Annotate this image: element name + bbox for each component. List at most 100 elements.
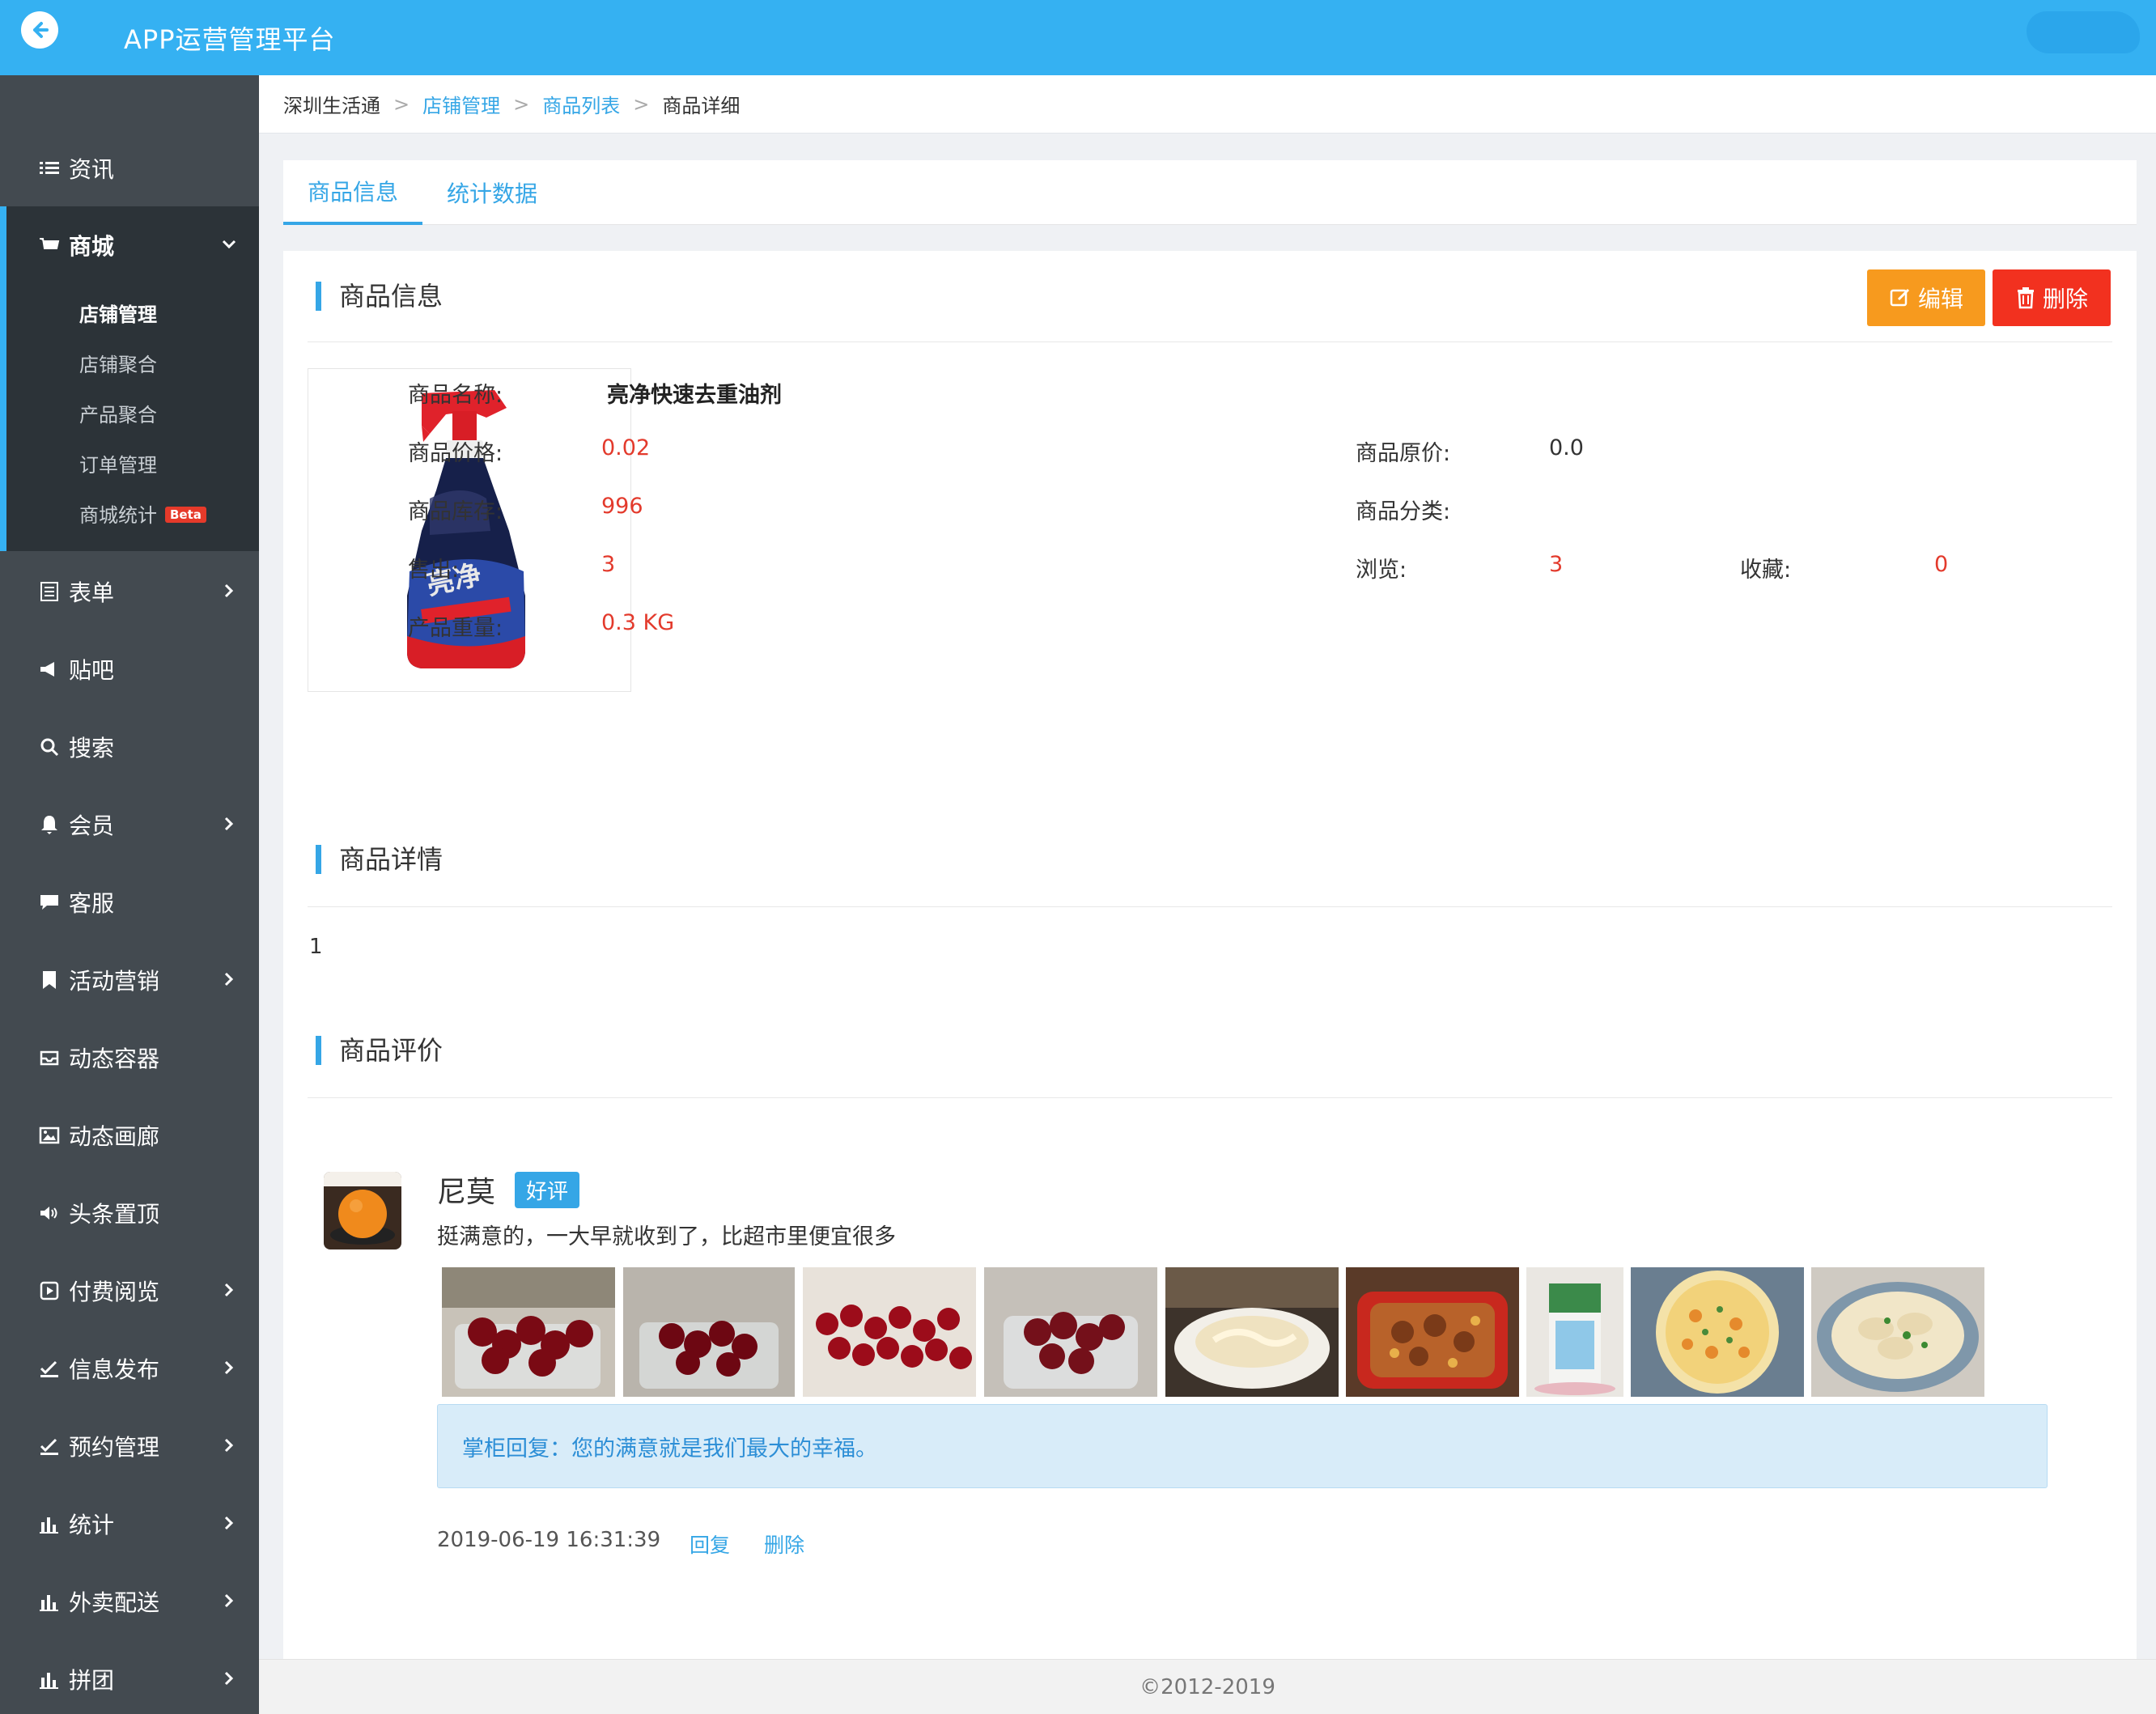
edit-button-label: 编辑 bbox=[1917, 286, 1963, 312]
sidebar-item-mall[interactable]: 商城 bbox=[0, 206, 259, 284]
check-edit-icon bbox=[40, 1360, 58, 1377]
spray-bottle-image: 亮净 bbox=[407, 390, 525, 668]
product-name-value: 亮净快速去重油剂 bbox=[607, 383, 782, 408]
breadcrumb-product-list[interactable]: 商品列表 bbox=[542, 90, 620, 118]
review-photo[interactable] bbox=[984, 1267, 1157, 1397]
sidebar-item-statistics[interactable]: 统计 bbox=[0, 1485, 259, 1563]
breadcrumb-home[interactable]: 深圳生活通 bbox=[283, 90, 380, 118]
review-photo[interactable] bbox=[1811, 1267, 1984, 1397]
chevron-right-icon bbox=[224, 1438, 234, 1453]
sidebar-item-search[interactable]: 搜索 bbox=[0, 708, 259, 786]
reviewer-name: 尼莫 bbox=[437, 1176, 496, 1209]
breadcrumb-separator: > bbox=[513, 92, 530, 116]
sidebar-item-forms[interactable]: 表单 bbox=[0, 553, 259, 630]
cart-icon bbox=[40, 238, 60, 249]
edit-button[interactable]: 编辑 bbox=[1867, 269, 1985, 326]
chevron-right-icon bbox=[224, 1283, 234, 1297]
submenu-item-product-aggregation[interactable]: 产品聚合 bbox=[79, 399, 157, 427]
sidebar-item-delivery[interactable]: 外卖配送 bbox=[0, 1563, 259, 1640]
cherries-photo bbox=[442, 1267, 615, 1397]
review-photo[interactable] bbox=[623, 1267, 795, 1397]
sidebar-item-label: 信息发布 bbox=[69, 1356, 160, 1383]
chevron-right-icon bbox=[224, 817, 234, 831]
tab-statistics[interactable]: 统计数据 bbox=[422, 160, 562, 225]
review-photo[interactable] bbox=[1165, 1267, 1339, 1397]
bell-icon bbox=[41, 816, 57, 834]
product-price-value: 0.02 bbox=[601, 435, 651, 460]
play-square-icon bbox=[40, 1281, 59, 1300]
submenu-item-store-management[interactable]: 店铺管理 bbox=[79, 299, 157, 327]
original-price-value: 0.0 bbox=[1549, 435, 1584, 460]
delete-review-link[interactable]: 删除 bbox=[764, 1529, 804, 1559]
sold-value: 3 bbox=[601, 552, 616, 577]
favorites-value: 0 bbox=[1934, 552, 1949, 577]
dumplings-photo bbox=[1811, 1267, 1984, 1397]
chevron-right-icon bbox=[224, 1360, 234, 1375]
sidebar-item-booking[interactable]: 预约管理 bbox=[0, 1407, 259, 1485]
review-photo[interactable] bbox=[1631, 1267, 1804, 1397]
favorites-label: 收藏: bbox=[1740, 558, 1792, 583]
section-title-reviews: 商品评价 bbox=[316, 1036, 443, 1065]
weight-value: 0.3 KG bbox=[601, 610, 675, 635]
back-arrow-icon bbox=[33, 22, 49, 38]
submenu-item-mall-stats[interactable]: 商城统计 Beta bbox=[79, 499, 206, 528]
sidebar-item-label: 表单 bbox=[69, 579, 115, 606]
trash-icon bbox=[2017, 287, 2034, 309]
sidebar-item-paid-reading[interactable]: 付费阅览 bbox=[0, 1252, 259, 1330]
sidebar-item-headline-top[interactable]: 头条置顶 bbox=[0, 1174, 259, 1252]
section-title-product-details: 商品详情 bbox=[316, 845, 443, 874]
sidebar-item-group-buy[interactable]: 拼团 bbox=[0, 1640, 259, 1714]
sidebar-item-label: 拼团 bbox=[69, 1667, 115, 1694]
chevron-right-icon bbox=[224, 583, 234, 598]
review-photo[interactable] bbox=[442, 1267, 615, 1397]
sidebar-item-label: 头条置顶 bbox=[69, 1201, 160, 1228]
cherries-photo bbox=[984, 1267, 1157, 1397]
sold-label: 售出: bbox=[408, 558, 460, 583]
sidebar-item-label: 商城 bbox=[69, 233, 115, 260]
reviewer-avatar bbox=[324, 1172, 401, 1249]
views-value: 3 bbox=[1549, 552, 1564, 577]
review-text: 挺满意的，一大早就收到了，比超市里便宜很多 bbox=[437, 1224, 896, 1249]
chevron-right-icon bbox=[224, 972, 234, 986]
check-edit-icon bbox=[40, 1438, 58, 1455]
sidebar-item-dynamic-container[interactable]: 动态容器 bbox=[0, 1019, 259, 1097]
review-photo[interactable] bbox=[803, 1267, 976, 1397]
copyright-text: ©2012-2019 bbox=[1140, 1674, 1275, 1699]
sidebar-item-label: 客服 bbox=[69, 890, 115, 917]
product-detail-panel: 商品信息 编辑 删除 亮净 商品名称: 亮净快速去重油剂 商品价格: 0.02 … bbox=[283, 251, 2137, 1659]
breadcrumb-separator: > bbox=[633, 92, 650, 116]
delete-button[interactable]: 删除 bbox=[1993, 269, 2111, 326]
divider bbox=[308, 1097, 2112, 1098]
chevron-down-icon bbox=[222, 240, 236, 249]
megaphone-icon bbox=[40, 662, 54, 677]
sidebar-item-marketing[interactable]: 活动营销 bbox=[0, 941, 259, 1019]
volume-icon bbox=[40, 1207, 57, 1220]
sidebar-item-customer-service[interactable]: 客服 bbox=[0, 863, 259, 941]
sidebar-item-dynamic-gallery[interactable]: 动态画廊 bbox=[0, 1097, 259, 1174]
submenu-item-order-management[interactable]: 订单管理 bbox=[79, 449, 157, 477]
sidebar-item-members[interactable]: 会员 bbox=[0, 786, 259, 863]
user-avatar-redacted[interactable] bbox=[2027, 11, 2140, 53]
breadcrumb: 深圳生活通 > 店铺管理 > 商品列表 > 商品详细 bbox=[259, 75, 2156, 134]
bar-chart-icon bbox=[40, 1517, 58, 1534]
product-detail-content: 1 bbox=[309, 935, 323, 959]
product-image: 亮净 bbox=[308, 368, 631, 692]
back-button[interactable] bbox=[21, 11, 58, 49]
product-category-label: 商品分类: bbox=[1356, 499, 1451, 524]
review-photo[interactable] bbox=[1526, 1267, 1623, 1397]
reply-link[interactable]: 回复 bbox=[690, 1529, 730, 1559]
tab-bar: 商品信息 统计数据 bbox=[283, 160, 2137, 225]
product-name-label: 商品名称: bbox=[408, 383, 503, 408]
submenu-item-store-aggregation[interactable]: 店铺聚合 bbox=[79, 349, 157, 377]
original-price-label: 商品原价: bbox=[1356, 441, 1451, 466]
sidebar-item-label: 资讯 bbox=[69, 156, 115, 183]
review-photo[interactable] bbox=[1346, 1267, 1519, 1397]
sidebar-item-news[interactable]: 资讯 bbox=[0, 129, 259, 207]
breadcrumb-store-management[interactable]: 店铺管理 bbox=[422, 90, 500, 118]
breadcrumb-current: 商品详细 bbox=[662, 95, 741, 117]
breadcrumb-separator: > bbox=[393, 92, 410, 116]
tab-product-info[interactable]: 商品信息 bbox=[283, 160, 422, 225]
list-icon bbox=[40, 162, 59, 174]
sidebar-item-forum[interactable]: 贴吧 bbox=[0, 630, 259, 708]
sidebar-item-info-publish[interactable]: 信息发布 bbox=[0, 1330, 259, 1407]
